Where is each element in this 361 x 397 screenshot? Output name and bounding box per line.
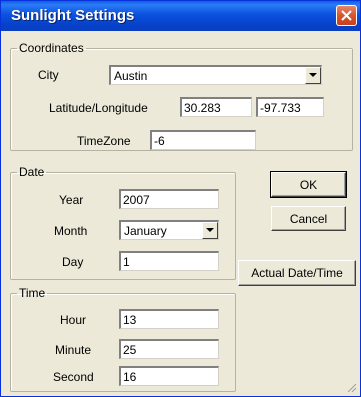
city-selected-value: Austin bbox=[114, 69, 148, 83]
month-selected-value: January bbox=[124, 224, 167, 238]
close-button[interactable] bbox=[336, 5, 357, 26]
longitude-input[interactable] bbox=[256, 97, 324, 117]
chevron-down-icon bbox=[309, 73, 317, 77]
title-bar[interactable]: Sunlight Settings bbox=[1, 1, 360, 31]
second-label: Second bbox=[53, 370, 94, 384]
day-input[interactable] bbox=[119, 251, 219, 271]
latitude-input[interactable] bbox=[180, 97, 252, 117]
date-legend: Date bbox=[19, 165, 45, 179]
month-dropdown[interactable]: January bbox=[119, 220, 219, 240]
city-label: City bbox=[38, 68, 59, 82]
coordinates-legend: Coordinates bbox=[19, 41, 84, 55]
timezone-input[interactable] bbox=[150, 130, 256, 150]
time-legend: Time bbox=[19, 286, 46, 300]
timezone-label: TimeZone bbox=[77, 134, 131, 148]
cancel-button[interactable]: Cancel bbox=[271, 206, 346, 231]
close-icon bbox=[341, 10, 352, 21]
ok-button-label: OK bbox=[299, 177, 318, 192]
chevron-down-icon bbox=[206, 228, 214, 232]
hour-label: Hour bbox=[60, 313, 87, 327]
second-input[interactable] bbox=[119, 366, 219, 386]
minute-label: Minute bbox=[55, 343, 92, 357]
sunlight-settings-dialog: Sunlight Settings Coordinates City Austi… bbox=[0, 0, 361, 397]
actual-date-time-button[interactable]: Actual Date/Time bbox=[238, 260, 356, 286]
month-dropdown-button[interactable] bbox=[202, 222, 218, 239]
minute-input[interactable] bbox=[119, 339, 219, 359]
ok-button[interactable]: OK bbox=[270, 171, 347, 198]
resize-grip-icon[interactable] bbox=[345, 381, 357, 393]
window-title: Sunlight Settings bbox=[11, 7, 135, 24]
cancel-button-label: Cancel bbox=[289, 211, 328, 226]
city-dropdown-button[interactable] bbox=[305, 67, 321, 84]
month-label: Month bbox=[54, 224, 88, 238]
latlong-label: Latitude/Longitude bbox=[49, 101, 148, 115]
year-label: Year bbox=[59, 193, 84, 207]
dialog-body: Coordinates City Austin Latitude/Longitu… bbox=[4, 31, 357, 393]
day-label: Day bbox=[62, 255, 84, 269]
year-input[interactable] bbox=[119, 189, 219, 209]
city-dropdown[interactable]: Austin bbox=[109, 65, 322, 85]
actual-date-time-label: Actual Date/Time bbox=[251, 266, 343, 280]
hour-input[interactable] bbox=[119, 309, 219, 329]
